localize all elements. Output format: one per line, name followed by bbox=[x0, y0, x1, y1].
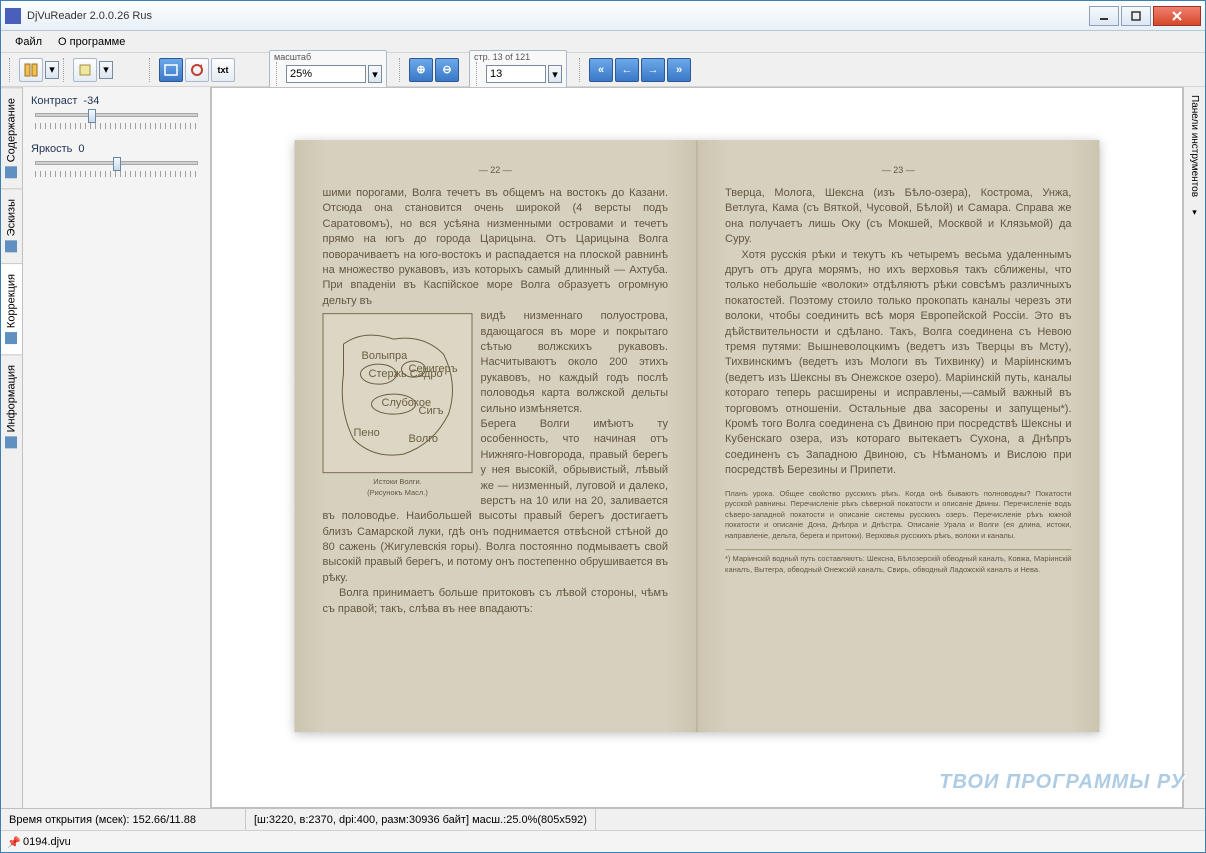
page-mode-button[interactable] bbox=[73, 58, 97, 82]
titlebar: DjVuReader 2.0.0.26 Rus bbox=[1, 1, 1205, 31]
brightness-slider[interactable] bbox=[35, 161, 198, 165]
zoom-label: масштаб bbox=[274, 52, 382, 62]
page-mode-dropdown[interactable]: ▾ bbox=[99, 61, 113, 79]
statusbar: Время открытия (мсек): 152.66/11.88 [ш:3… bbox=[1, 808, 1205, 830]
chevron-down-icon: ▾ bbox=[1192, 207, 1197, 218]
maximize-button[interactable] bbox=[1121, 6, 1151, 26]
last-page-button[interactable]: » bbox=[667, 58, 691, 82]
fit-width-button[interactable] bbox=[159, 58, 183, 82]
tab-thumbnails[interactable]: Эскизы bbox=[1, 188, 22, 262]
zoom-input[interactable] bbox=[286, 65, 366, 83]
first-page-button[interactable]: « bbox=[589, 58, 613, 82]
page-dropdown[interactable]: ▾ bbox=[548, 65, 562, 83]
page-canvas: — 22 — шими порогами, Волга течетъ въ об… bbox=[295, 140, 1100, 732]
zoom-dropdown[interactable]: ▾ bbox=[368, 65, 382, 83]
book-page-right: — 23 — Тверца, Молога, Шексна (изъ Бѣло-… bbox=[697, 140, 1100, 732]
close-button[interactable] bbox=[1153, 6, 1201, 26]
doc-text: шими порогами, Волга течетъ въ общемъ на… bbox=[323, 186, 669, 309]
menu-file[interactable]: Файл bbox=[7, 34, 50, 50]
svg-text:Сигъ: Сигъ bbox=[419, 405, 444, 417]
status-info: [ш:3220, в:2370, dpi:400, разм:30936 бай… bbox=[246, 809, 596, 830]
brightness-label: Яркость bbox=[31, 143, 72, 155]
status-open-time: Время открытия (мсек): 152.66/11.88 bbox=[1, 809, 246, 830]
document-viewer[interactable]: — 22 — шими порогами, Волга течетъ въ об… bbox=[211, 87, 1183, 808]
page-label: стр. 13 of 121 bbox=[474, 52, 562, 62]
svg-text:Сенигеръ: Сенигеръ bbox=[409, 363, 458, 375]
map-illustration: Волыпра Стержь Садро Сенигеръ Слубокое С… bbox=[323, 313, 473, 473]
svg-text:Пено: Пено bbox=[354, 427, 380, 439]
zoom-out-button[interactable]: ⊖ bbox=[435, 58, 459, 82]
menubar: Файл О программе bbox=[1, 31, 1205, 53]
page-number-right: — 23 — bbox=[725, 164, 1072, 177]
tab-information[interactable]: Информация bbox=[1, 354, 22, 458]
tab-contents[interactable]: Содержание bbox=[1, 87, 22, 188]
contents-icon bbox=[6, 166, 18, 178]
brightness-value: 0 bbox=[78, 143, 84, 155]
text-mode-button[interactable]: txt bbox=[211, 58, 235, 82]
filename[interactable]: 0194.djvu bbox=[23, 836, 71, 848]
zoom-in-button[interactable]: ⊕ bbox=[409, 58, 433, 82]
map-caption: Истоки Волги. (Рисунокъ Масл.) bbox=[323, 477, 473, 498]
correction-panel: Контраст -34 Яркость 0 bbox=[23, 87, 210, 808]
doc-text: Хотя русскія рѣки и текутъ къ четыремъ в… bbox=[725, 248, 1072, 479]
layout-dropdown[interactable]: ▾ bbox=[45, 61, 59, 79]
page-number-left: — 22 — bbox=[323, 164, 669, 177]
app-icon bbox=[5, 8, 21, 24]
watermark: ТВОИ ПРОГРАММЫ РУ bbox=[939, 771, 1185, 794]
information-icon bbox=[6, 436, 18, 448]
thumbnails-icon bbox=[6, 241, 18, 253]
footnote: *) Маріинскій водный путь составляютъ: Ш… bbox=[725, 549, 1072, 575]
lesson-plan: Планъ урока. Общее свойство русскихъ рѣк… bbox=[725, 489, 1072, 542]
contrast-value: -34 bbox=[83, 95, 99, 107]
prev-page-button[interactable]: ← bbox=[615, 58, 639, 82]
window-title: DjVuReader 2.0.0.26 Rus bbox=[27, 10, 1089, 22]
layout-button[interactable] bbox=[19, 58, 43, 82]
rotate-button[interactable] bbox=[185, 58, 209, 82]
filebar: 📌 0194.djvu bbox=[1, 830, 1205, 852]
sidebar-right: Панели инструментов ▾ bbox=[1183, 87, 1205, 808]
svg-text:Волыпра: Волыпра bbox=[362, 350, 409, 362]
next-page-button[interactable]: → bbox=[641, 58, 665, 82]
zoom-group: масштаб ▾ bbox=[269, 50, 387, 89]
tab-correction[interactable]: Коррекция bbox=[1, 263, 22, 354]
book-page-left: — 22 — шими порогами, Волга течетъ въ об… bbox=[295, 140, 698, 732]
contrast-slider[interactable] bbox=[35, 113, 198, 117]
page-input[interactable] bbox=[486, 65, 546, 83]
svg-text:Волго: Волго bbox=[409, 433, 439, 445]
sidebar-left: Содержание Эскизы Коррекция Информация К… bbox=[1, 87, 211, 808]
menu-about[interactable]: О программе bbox=[50, 34, 133, 50]
minimize-button[interactable] bbox=[1089, 6, 1119, 26]
tool-panels-tab[interactable]: Панели инструментов bbox=[1186, 87, 1203, 205]
doc-text: Тверца, Молога, Шексна (изъ Бѣло-озера),… bbox=[725, 186, 1072, 248]
page-group: стр. 13 of 121 ▾ bbox=[469, 50, 567, 89]
contrast-label: Контраст bbox=[31, 95, 77, 107]
doc-text: Волга принимаетъ больше притоковъ съ лѣв… bbox=[323, 586, 669, 617]
correction-icon bbox=[6, 332, 18, 344]
pin-icon[interactable]: 📌 bbox=[7, 836, 19, 848]
toolbar: ▾ ▾ txt масштаб ▾ ⊕ ⊖ стр. 13 of 121 bbox=[1, 53, 1205, 87]
